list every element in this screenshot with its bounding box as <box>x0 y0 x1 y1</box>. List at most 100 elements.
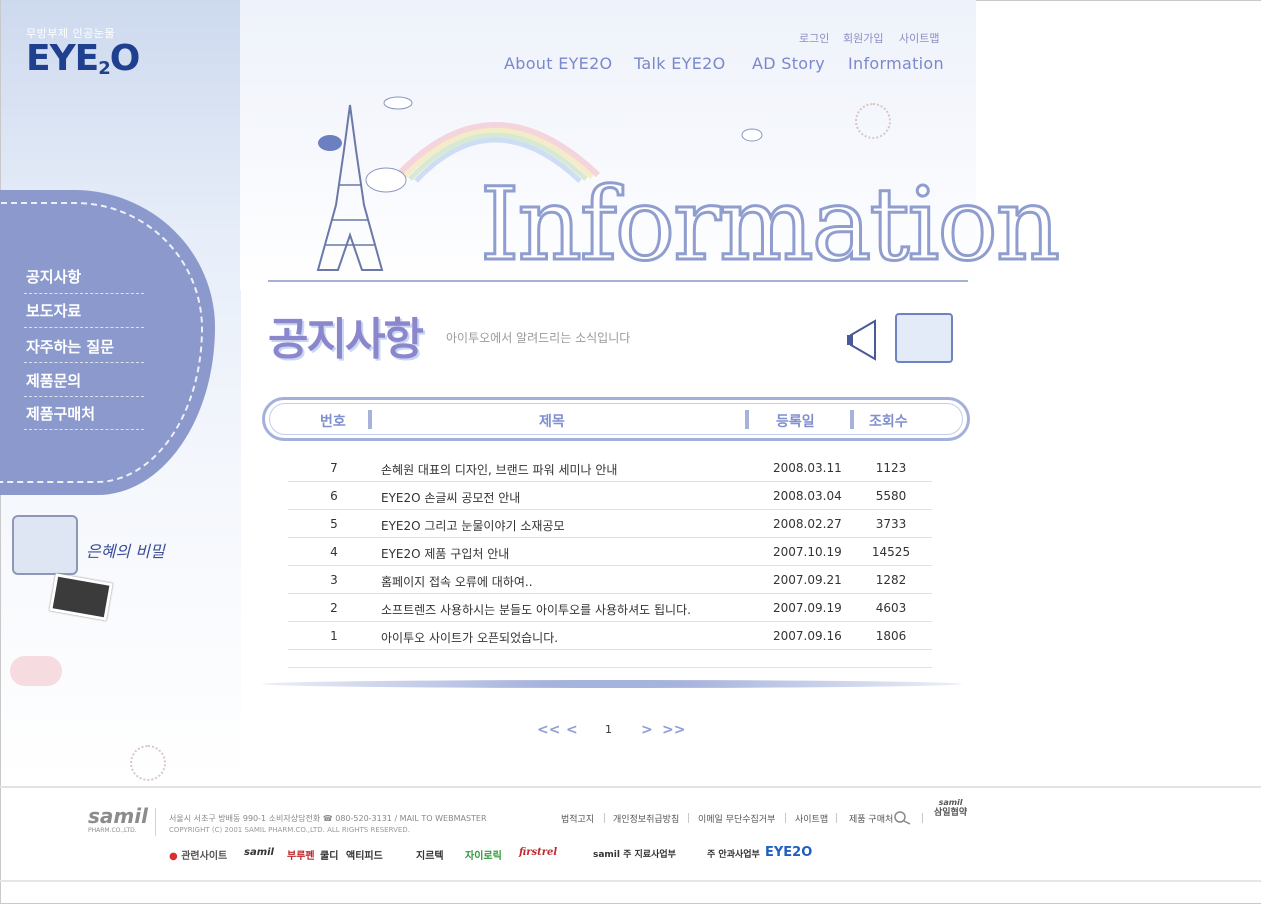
row-hits: 1282 <box>875 573 907 587</box>
table-row[interactable]: 2 소프트렌즈 사용하시는 분들도 아이투오를 사용하셔도 됩니다. 2007.… <box>288 594 932 622</box>
row-date: 2007.09.19 <box>773 601 842 615</box>
pagination-last[interactable]: >> <box>662 722 685 738</box>
table-row[interactable]: 1 아이투오 사이트가 오픈되었습니다. 2007.09.16 1806 <box>288 622 932 650</box>
pagination-next[interactable]: > <box>641 722 653 738</box>
sun-doodle <box>130 745 166 781</box>
row-title-link[interactable]: 홈페이지 접속 오류에 대하여.. <box>381 573 533 590</box>
util-login-link[interactable]: 로그인 <box>799 30 829 46</box>
search-icon[interactable] <box>893 810 913 826</box>
util-join-link[interactable]: 회원가입 <box>843 30 883 46</box>
row-title-link[interactable]: EYE2O 손글씨 공모전 안내 <box>381 489 520 506</box>
row-date: 2007.09.16 <box>773 629 842 643</box>
row-number: 6 <box>330 489 338 503</box>
row-date: 2007.10.19 <box>773 545 842 559</box>
table-row[interactable]: 5 EYE2O 그리고 눈물이야기 소재공모 2008.02.27 3733 <box>288 510 932 538</box>
gnb-information[interactable]: Information <box>848 54 944 73</box>
lnb-divider <box>24 429 144 430</box>
gnb-ad-story[interactable]: AD Story <box>752 54 825 73</box>
family-site-zyrtec[interactable]: 지르텍 <box>416 847 444 862</box>
table-row[interactable]: 7 손혜원 대표의 디자인, 브랜드 파워 세미나 안내 2008.03.11 … <box>288 454 932 482</box>
family-site-firstrel[interactable]: firstrel <box>519 847 557 858</box>
family-site-eye2o[interactable]: EYE2O <box>765 845 812 860</box>
family-site-samil[interactable]: samil <box>244 847 274 858</box>
table-row[interactable]: 3 홈페이지 접속 오류에 대하여.. 2007.09.21 1282 <box>288 566 932 594</box>
footer-logo-sub: PHARM.CO.,LTD. <box>88 827 137 834</box>
row-number: 2 <box>330 601 338 615</box>
promo-link[interactable]: 은혜의 비밀 <box>86 538 165 562</box>
notice-board-icon <box>895 313 953 363</box>
column-number: 번호 <box>320 414 346 430</box>
footer-link-email-policy[interactable]: 이메일 무단수집거부 <box>698 812 775 825</box>
row-hits: 1123 <box>875 461 907 475</box>
footer-corp[interactable]: samil 삼일협약 <box>934 798 967 818</box>
lnb-item-store[interactable]: 제품구매처 <box>26 403 95 424</box>
row-date: 2008.03.04 <box>773 489 842 503</box>
column-date: 등록일 <box>776 414 815 430</box>
footer-separator <box>785 813 786 823</box>
family-sites-label: ● 관련사이트 <box>169 851 228 862</box>
footer-top-border <box>0 786 1261 788</box>
row-date: 2008.03.11 <box>773 461 842 475</box>
table-empty-row <box>288 650 932 668</box>
lnb-item-press[interactable]: 보도자료 <box>26 300 81 321</box>
pagination-first[interactable]: << <box>537 722 560 738</box>
pagination-page[interactable]: 1 <box>605 723 612 736</box>
util-sitemap-link[interactable]: 사이트맵 <box>899 30 939 46</box>
footer-link-privacy[interactable]: 개인정보취급방침 <box>613 812 679 825</box>
row-number: 7 <box>330 461 338 475</box>
family-site-samil-dental[interactable]: samil 주 지료사업부 <box>593 847 676 860</box>
gnb-talk[interactable]: Talk EYE2O <box>634 54 726 73</box>
camera-icon[interactable] <box>12 515 78 575</box>
family-site-zyloric[interactable]: 자이로릭 <box>465 847 502 862</box>
table-row[interactable]: 6 EYE2O 손글씨 공모전 안내 2008.03.04 5580 <box>288 482 932 510</box>
column-hits: 조회수 <box>869 414 908 430</box>
row-title-link[interactable]: EYE2O 제품 구입처 안내 <box>381 545 509 562</box>
lnb-divider <box>24 327 144 328</box>
logo[interactable]: EYE2O <box>26 38 140 79</box>
lnb-item-faq[interactable]: 자주하는 질문 <box>26 336 114 357</box>
family-site-actifed[interactable]: 액티피드 <box>346 847 383 862</box>
footer-link-sitemap[interactable]: 사이트맵 <box>795 812 828 825</box>
footer-link-store[interactable]: 제품 구매처 <box>849 812 893 825</box>
row-hits: 14525 <box>871 545 911 559</box>
hero-title: Information <box>478 166 1061 283</box>
footer-link-legal[interactable]: 법적고지 <box>561 812 594 825</box>
row-number: 5 <box>330 517 338 531</box>
row-date: 2007.09.21 <box>773 573 842 587</box>
family-site-brufen[interactable]: 부루펜 <box>287 847 315 862</box>
lnb-divider <box>24 396 144 397</box>
footer-address: 서울시 서초구 방배동 990-1 소비자상담전화 ☎ 080-520-3131… <box>169 814 487 823</box>
lnb-item-inquiry[interactable]: 제품문의 <box>26 370 81 391</box>
footer-separator <box>922 813 923 823</box>
lnb-item-notice[interactable]: 공지사항 <box>26 266 81 287</box>
footer-copyright: COPYRIGHT (C) 2001 SAMIL PHARM.CO.,LTD. … <box>169 826 410 834</box>
header-separator <box>745 410 749 429</box>
footer-separator <box>604 813 605 823</box>
row-title-link[interactable]: 아이투오 사이트가 오픈되었습니다. <box>381 629 558 646</box>
row-date: 2008.02.27 <box>773 517 842 531</box>
row-title-link[interactable]: EYE2O 그리고 눈물이야기 소재공모 <box>381 517 565 534</box>
column-title: 제목 <box>539 414 565 430</box>
table-bottom-border <box>262 680 962 688</box>
footer-bottom-border <box>0 880 1261 882</box>
family-site-eyecare[interactable]: 주 안과사업부 <box>707 847 760 860</box>
row-number: 3 <box>330 573 338 587</box>
footer-separator <box>688 813 689 823</box>
table-row[interactable]: 4 EYE2O 제품 구입처 안내 2007.10.19 14525 <box>288 538 932 566</box>
header-separator <box>850 410 854 429</box>
footer-divider <box>155 808 156 836</box>
row-hits: 1806 <box>875 629 907 643</box>
lnb-divider <box>24 293 144 294</box>
row-title-link[interactable]: 소프트렌즈 사용하시는 분들도 아이투오를 사용하셔도 됩니다. <box>381 601 691 618</box>
row-number: 4 <box>330 545 338 559</box>
row-title-link[interactable]: 손혜원 대표의 디자인, 브랜드 파워 세미나 안내 <box>381 461 617 478</box>
lnb-divider <box>24 362 144 363</box>
family-site-cooldi[interactable]: 쿨디 <box>320 847 338 862</box>
row-hits: 4603 <box>875 601 907 615</box>
sun-doodle <box>855 103 891 139</box>
pagination-prev[interactable]: < <box>566 722 578 738</box>
footer-separator <box>836 813 837 823</box>
gnb-about[interactable]: About EYE2O <box>504 54 612 73</box>
row-hits: 3733 <box>875 517 907 531</box>
footer-logo: samil <box>88 804 148 828</box>
